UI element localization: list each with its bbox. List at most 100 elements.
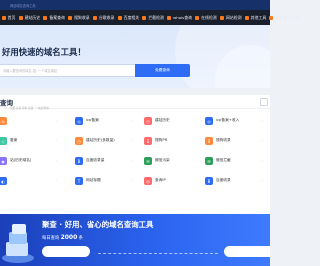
tool-icon: ◎ [75,117,83,125]
tool-label: 百度收录 [216,178,231,182]
tool-label: icp备案+收入 [216,118,240,122]
tool-label: 搜狗PR [155,138,168,142]
tool-icon: ✉ [205,157,213,165]
chevron-right-icon: › [131,138,133,143]
tool-card[interactable]: ◷ 建站历史(多数量) › [75,134,137,148]
tool-row: ◉ 站(历史域名) › B 百度收录量 › ✉ 微信污染 › ✉ 微信拦截 › [0,151,270,171]
banner-stats-suffix: 条 [78,236,83,241]
nav-item-more[interactable]: 更多域名工具 [268,10,301,25]
check-icon [219,15,224,20]
tool-row: ◎ › ◎ icp备案 › ◷ 建站历史 › ◎ icp备案+收入 › [0,111,270,131]
banner-stats: 每日查询 2000 条 [42,234,83,241]
tool-label: 备案 [10,138,18,142]
history-icon [18,15,23,20]
chevron-right-icon: › [55,158,57,163]
nav-item-icp[interactable]: 备案查询 [42,10,67,25]
nav-item-label: 其他工具 [250,14,267,20]
chevron-right-icon: › [261,178,263,183]
panel-header: 查询 免费 实用 简单 高效 · 一站式查询 [0,95,270,110]
tool-icon: B [205,177,213,185]
nav-item-label: 网站检测 [225,14,242,20]
hero-title: 好用快速的域名工具！ [2,47,86,57]
tool-icon: ◎ [205,117,213,125]
tool-card[interactable]: S 搜狗收录 › [205,134,267,148]
chevron-right-icon: › [55,138,57,143]
tool-label: 建站历史 [155,118,170,122]
chevron-right-icon: › [261,118,263,123]
chevron-right-icon: › [131,118,133,123]
tool-icon: ◎ [144,177,152,185]
chevron-right-icon: › [200,158,202,163]
tool-card[interactable]: ◎ 查询IP › [144,174,206,188]
nav-item-google[interactable]: 谷歌收录 [91,10,116,25]
tool-card[interactable]: ✉ 微信污染 › [144,154,206,168]
tool-label: 微信污染 [155,158,170,162]
banner-button-secondary[interactable] [224,246,270,257]
chevron-right-icon: › [261,138,263,143]
chevron-right-icon: › [55,118,57,123]
nav-item-site-check[interactable]: 网站检测 [218,10,243,25]
more-icon [269,15,274,20]
tool-card[interactable]: ◎ icp备案 › [75,114,137,128]
tool-label: 微信拦截 [216,158,231,162]
chevron-right-icon: › [200,118,202,123]
tool-label: 查询IP [155,178,166,182]
tool-card[interactable]: S 搜狗PR › [144,134,206,148]
search-input[interactable] [3,66,128,75]
tool-card[interactable]: ◐ › [0,174,61,188]
tool-card[interactable]: B 百度收录 › [205,174,267,188]
tool-icon: ◇ [0,137,7,145]
tool-icon: ◎ [0,117,7,125]
chevron-right-icon: › [200,178,202,183]
nav-item-label: 首页 [7,14,16,20]
tool-icon: S [205,137,213,145]
hero-section: 好用快速的域名工具！ 免费查询 [0,25,270,88]
tool-card[interactable]: ◉ 站(历史域名) › [0,154,61,168]
chevron-right-icon: › [55,178,57,183]
tool-card[interactable]: T 网站标题 › [75,174,137,188]
banner-stats-value: 2000 [60,234,78,241]
nav-item-label: 谷歌收录 [98,14,115,20]
nav-item-label: 搜狗收录 [74,14,90,20]
more-icon[interactable] [260,98,268,106]
monitor-icon [195,15,200,20]
nav-item-baidu[interactable]: 百度相关 [116,10,141,25]
nav-item-whois[interactable]: whois查询 [165,10,193,25]
nav-item-label: 拦截检测 [148,14,164,20]
tool-card[interactable]: ◎ icp备案+收入 › [205,114,267,128]
nav-item-sogou[interactable]: 搜狗收录 [66,10,91,25]
panel-subtitle: 免费 实用 简单 高效 · 一站式查询 [10,107,49,110]
tool-card[interactable]: ◇ 备案 › [0,134,61,148]
promo-banner: 聚查 · 好用、省心的域名查询工具 每日查询 2000 条 [0,214,270,266]
nav-item-label: 备案查询 [49,14,65,20]
nav-item-home[interactable]: 首页 [0,10,17,25]
divider [98,253,218,254]
tool-card[interactable]: ✉ 微信拦截 › [205,154,267,168]
site-logo-text[interactable]: 网站域名查询工具· [10,3,37,8]
nav-item-label: 建站历史 [24,14,41,20]
tool-label: 网站标题 [86,178,101,182]
search-button[interactable]: 免费查询 [135,64,190,77]
tool-icon: ✉ [144,157,152,165]
whois-icon [167,15,172,20]
nav-item-online[interactable]: 在线检测 [194,10,219,25]
shield-icon [142,15,147,20]
nav-item-block[interactable]: 拦截检测 [141,10,166,25]
tool-icon: ◉ [0,157,7,165]
main-nav: 首页 建站历史 备案查询 搜狗收录 谷歌收录 百度相关 拦截检测 whois查询… [0,10,299,25]
tool-card[interactable]: B 百度收录量 › [75,154,137,168]
top-bar: 网站域名查询工具· [0,0,270,10]
server-illustration-icon [2,224,34,263]
chevron-right-icon: › [200,138,202,143]
banner-title: 聚查 · 好用、省心的域名查询工具 [42,220,154,229]
chevron-right-icon: › [131,178,133,183]
tool-icon: ◷ [75,137,83,145]
tool-card[interactable]: ◷ 建站历史 › [144,114,206,128]
nav-item-history[interactable]: 建站历史 [17,10,42,25]
banner-button[interactable] [42,246,90,257]
nav-item-label: 更多域名工具 [275,14,299,20]
nav-item-other[interactable]: 其他工具 [243,10,268,25]
tool-icon: T [75,177,83,185]
tool-card[interactable]: ◎ › [0,114,61,128]
tool-label: 百度收录量 [86,158,105,162]
